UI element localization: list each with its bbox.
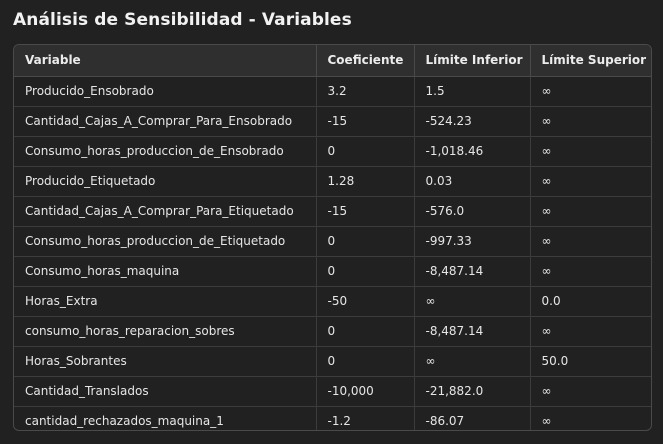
header-row: Variable Coeficiente Límite Inferior Lím… [14,45,651,77]
cell-variable: Consumo_horas_produccion_de_Ensobrado [14,136,317,167]
cell-limite-inferior: -997.33 [414,226,531,257]
cell-limite-inferior: ∞ [414,346,531,377]
cell-coeficiente: 0 [316,346,415,377]
sensitivity-table-container: Variable Coeficiente Límite Inferior Lím… [13,44,652,431]
cell-variable: Horas_Extra [14,286,317,317]
cell-variable: Consumo_horas_produccion_de_Etiquetado [14,226,317,257]
sensitivity-table: Variable Coeficiente Límite Inferior Lím… [14,45,651,430]
cell-coeficiente: 0 [316,136,415,167]
cell-limite-superior: ∞ [530,136,651,167]
cell-coeficiente: 0 [316,226,415,257]
cell-variable: Cantidad_Cajas_A_Comprar_Para_Ensobrado [14,106,317,137]
cell-limite-inferior: 1.5 [414,76,531,107]
cell-limite-superior: ∞ [530,256,651,287]
cell-coeficiente: -50 [316,286,415,317]
cell-limite-superior: ∞ [530,196,651,227]
cell-limite-superior: ∞ [530,106,651,137]
cell-limite-superior: 0.0 [530,286,651,317]
cell-variable: consumo_horas_reparacion_sobres [14,316,317,347]
cell-coeficiente: 0 [316,256,415,287]
cell-coeficiente: -10,000 [316,376,415,407]
cell-coeficiente: -15 [316,196,415,227]
cell-limite-superior: ∞ [530,316,651,347]
cell-limite-superior: ∞ [530,376,651,407]
table-header: Variable Coeficiente Límite Inferior Lím… [14,45,651,77]
cell-limite-inferior: -524.23 [414,106,531,137]
cell-coeficiente: 3.2 [316,76,415,107]
table-row: Producido_Ensobrado 3.2 1.5 ∞ [14,76,651,107]
cell-limite-superior: 50.0 [530,346,651,377]
table-row: Horas_Extra -50 ∞ 0.0 [14,286,651,317]
table-row: Cantidad_Cajas_A_Comprar_Para_Etiquetado… [14,196,651,227]
page-title: Análisis de Sensibilidad - Variables [13,10,352,30]
table-row: Consumo_horas_produccion_de_Ensobrado 0 -1… [14,136,651,167]
cell-coeficiente: -15 [316,106,415,137]
table-row: Cantidad_Translados -10,000 -21,882.0 ∞ [14,376,651,407]
cell-variable: Horas_Sobrantes [14,346,317,377]
table-row: consumo_horas_reparacion_sobres 0 -8,487.1… [14,316,651,347]
cell-coeficiente: 0 [316,316,415,347]
table-row: Consumo_horas_maquina 0 -8,487.14 ∞ [14,256,651,287]
header-limite-inferior: Límite Inferior [414,45,531,77]
header-limite-superior: Límite Superior [530,45,651,77]
header-variable: Variable [14,45,317,77]
cell-limite-inferior: -8,487.14 [414,316,531,347]
cell-limite-inferior: 0.03 [414,166,531,197]
cell-limite-inferior: -1,018.46 [414,136,531,167]
table-row: Producido_Etiquetado 1.28 0.03 ∞ [14,166,651,197]
cell-variable: cantidad_rechazados_maquina_1 [14,406,317,430]
cell-variable: Producido_Etiquetado [14,166,317,197]
table-row: cantidad_rechazados_maquina_1 -1.2 -86.07 ∞ [14,406,651,430]
cell-variable: Consumo_horas_maquina [14,256,317,287]
cell-limite-inferior: ∞ [414,286,531,317]
cell-coeficiente: 1.28 [316,166,415,197]
header-coeficiente: Coeficiente [316,45,415,77]
cell-limite-superior: ∞ [541,414,552,428]
cell-limite-superior: ∞ [530,76,651,107]
cell-coeficiente: -1.2 [316,406,415,430]
cell-variable: Cantidad_Cajas_A_Comprar_Para_Etiquetado [14,196,317,227]
table-body: Producido_Ensobrado 3.2 1.5 ∞ Cantidad_Cajas… [14,76,651,430]
cell-limite-inferior: -8,487.14 [414,256,531,287]
table-row: Horas_Sobrantes 0 ∞ 50.0 [14,346,651,377]
table-row: Cantidad_Cajas_A_Comprar_Para_Ensobrado -… [14,106,651,137]
cell-variable: Cantidad_Translados [14,376,317,407]
cell-limite-inferior: -86.07 [414,406,531,430]
cell-limite-inferior: -576.0 [414,196,531,227]
cell-variable: Producido_Ensobrado [14,76,317,107]
cell-limite-superior: ∞ [530,166,651,197]
cell-limite-superior: ∞ [530,226,651,257]
table-row: Consumo_horas_produccion_de_Etiquetado 0-… [14,226,651,257]
cell-limite-inferior: -21,882.0 [414,376,531,407]
